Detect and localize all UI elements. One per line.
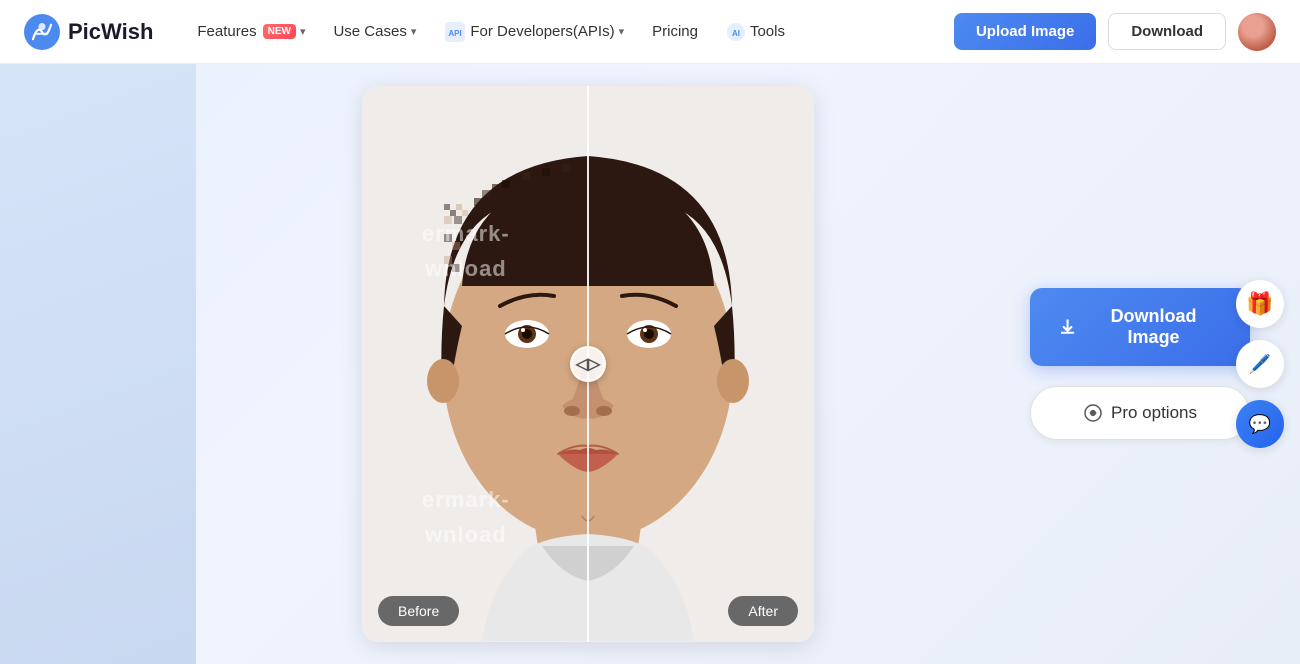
floating-buttons: 🎁 🖊️ 💬 <box>1236 280 1284 448</box>
avatar-image <box>1238 13 1276 51</box>
features-badge: NEW <box>263 24 296 39</box>
developers-chevron: ▾ <box>619 25 625 38</box>
chat-icon: 💬 <box>1249 414 1271 435</box>
pro-options-button[interactable]: Pro options <box>1030 386 1250 440</box>
ai-tools-icon: AI <box>726 22 746 42</box>
image-comparison-card: ermark- wnload ermark- wnload ◁▷ Before … <box>362 86 814 642</box>
nav-features[interactable]: Features NEW ▾ <box>185 15 317 48</box>
logo[interactable]: PicWish <box>24 14 153 50</box>
after-label: After <box>728 596 798 626</box>
pro-options-icon <box>1083 403 1103 423</box>
drag-handle-icon: ◁▷ <box>576 354 601 374</box>
main-content: ermark- wnload ermark- wnload ◁▷ Before … <box>0 64 1300 664</box>
feedback-icon: 🖊️ <box>1249 354 1271 375</box>
comparison-drag-handle[interactable]: ◁▷ <box>570 346 606 382</box>
avatar[interactable] <box>1238 13 1276 51</box>
nav-pricing[interactable]: Pricing <box>640 15 710 48</box>
logo-text: PicWish <box>68 19 153 45</box>
center-area: ermark- wnload ermark- wnload ◁▷ Before … <box>196 64 980 664</box>
comparison-container[interactable]: ermark- wnload ermark- wnload ◁▷ Before … <box>362 86 814 642</box>
nav-links: Features NEW ▾ Use Cases ▾ API For Devel… <box>185 13 954 51</box>
features-chevron: ▾ <box>300 25 306 38</box>
logo-icon <box>24 14 60 50</box>
use-cases-chevron: ▾ <box>411 25 417 38</box>
download-icon <box>1058 317 1077 337</box>
nav-for-developers[interactable]: API For Developers(APIs) ▾ <box>432 13 636 51</box>
nav-actions: Upload Image Download <box>954 13 1276 51</box>
feedback-button[interactable]: 🖊️ <box>1236 340 1284 388</box>
nav-tools[interactable]: AI Tools <box>714 14 797 50</box>
navbar: PicWish Features NEW ▾ Use Cases ▾ API F… <box>0 0 1300 64</box>
chat-button[interactable]: 💬 <box>1236 400 1284 448</box>
svg-text:API: API <box>449 29 462 38</box>
nav-use-cases[interactable]: Use Cases ▾ <box>321 15 428 48</box>
before-label: Before <box>378 596 459 626</box>
gift-icon: 🎁 <box>1246 291 1273 317</box>
left-sidebar <box>0 64 196 664</box>
download-image-button[interactable]: Download Image <box>1030 288 1250 366</box>
api-icon: API <box>444 21 466 43</box>
upload-image-button[interactable]: Upload Image <box>954 13 1096 50</box>
gift-button[interactable]: 🎁 <box>1236 280 1284 328</box>
svg-text:AI: AI <box>732 29 740 38</box>
download-button[interactable]: Download <box>1108 13 1226 50</box>
